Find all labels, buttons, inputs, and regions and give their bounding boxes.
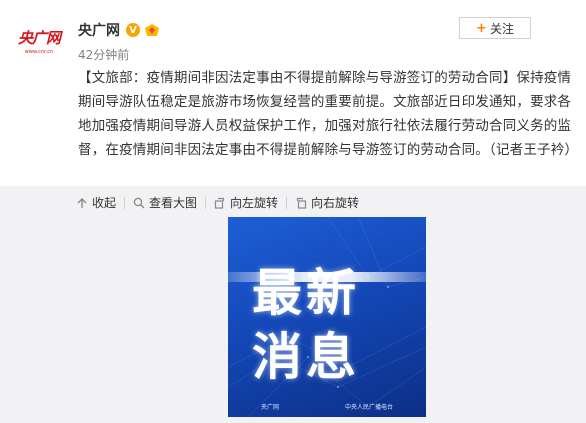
- divider: [286, 196, 288, 209]
- image-footer-left: 央广网: [260, 404, 279, 411]
- image-headline-line1: 最新: [252, 264, 360, 322]
- rotate-left-icon: [214, 197, 225, 209]
- collapse-label: 收起: [92, 196, 117, 210]
- divider: [124, 196, 126, 209]
- avatar[interactable]: 央广网 www.cnr.cn: [12, 14, 66, 68]
- view-large-button[interactable]: 查看大图: [133, 194, 197, 211]
- follow-button[interactable]: + 关注: [459, 17, 531, 39]
- image-headline-line2: 消息: [252, 328, 360, 386]
- verified-badge-icon: V: [126, 23, 140, 37]
- magnifier-icon: [133, 197, 145, 208]
- rotate-right-label: 向右旋转: [311, 196, 360, 210]
- plus-icon: +: [476, 20, 487, 36]
- view-large-label: 查看大图: [149, 196, 198, 210]
- image-footer: 央广网 中央人民广播电台: [228, 402, 426, 411]
- rotate-left-label: 向左旋转: [230, 196, 279, 210]
- collapse-icon: [77, 197, 87, 208]
- divider: [205, 196, 207, 209]
- level-badge-icon: [145, 24, 159, 36]
- collapse-button[interactable]: 收起: [76, 194, 116, 211]
- image-footer-right: 中央人民广播电台: [344, 404, 393, 411]
- news-image[interactable]: 最新 消息 央广网 中央人民广播电台: [228, 217, 426, 417]
- logo-text: 央广网: [17, 29, 61, 47]
- rotate-right-icon: [296, 197, 307, 209]
- account-name[interactable]: 央广网: [78, 20, 120, 40]
- post-text: 【文旅部：疫情期间非因法定事由不得提前解除与导游签订的劳动合同】保持疫情期间导游…: [78, 70, 579, 158]
- logo-subtext: www.cnr.cn: [24, 49, 54, 55]
- follow-label: 关注: [489, 21, 514, 36]
- media-toolbar: 收起 查看大图 向左旋转 向右旋转: [76, 194, 367, 211]
- rotate-left-button[interactable]: 向左旋转: [214, 194, 278, 211]
- media-panel: 收起 查看大图 向左旋转 向右旋转 最新 消息 央广网 中央人民广播电台: [0, 186, 586, 423]
- post-time[interactable]: 42分钟前: [78, 46, 129, 63]
- rotate-right-button[interactable]: 向右旋转: [295, 194, 359, 211]
- account-header: 央广网 V: [78, 20, 160, 40]
